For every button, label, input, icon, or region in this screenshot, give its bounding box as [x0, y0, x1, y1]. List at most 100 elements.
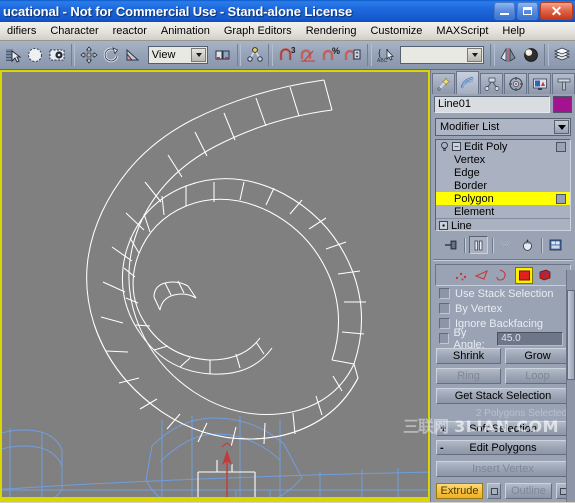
menu-character[interactable]: Character	[43, 23, 105, 39]
restore-button[interactable]	[517, 2, 538, 20]
checkbox-box-by-angle[interactable]	[439, 333, 449, 344]
menu-rendering[interactable]: Rendering	[299, 23, 364, 39]
sub-object-level-bar	[435, 264, 571, 286]
stack-item-vertex[interactable]: Vertex	[436, 153, 570, 166]
sub-object-element-icon[interactable]	[536, 267, 554, 284]
tab-hierarchy[interactable]	[480, 73, 503, 94]
toolbar-separator-4	[366, 44, 372, 66]
remove-modifier-icon[interactable]	[518, 236, 537, 254]
menu-graph-editors[interactable]: Graph Editors	[217, 23, 299, 39]
shrink-button[interactable]: Shrink	[436, 348, 501, 364]
material-editor-icon[interactable]	[520, 43, 541, 68]
lightbulb-icon[interactable]	[439, 141, 450, 152]
select-region-circle-icon[interactable]	[24, 43, 45, 68]
object-color-swatch[interactable]	[553, 96, 572, 113]
named-selection-sets-icon[interactable]: { } ABC	[375, 43, 396, 68]
ring-button[interactable]: Ring	[436, 368, 501, 384]
stack-expand-toggle[interactable]: −	[452, 142, 461, 151]
named-selection-sets-combo[interactable]	[399, 46, 485, 64]
select-and-move-icon[interactable]	[78, 43, 99, 68]
checkbox-by-angle[interactable]: By Angle: 45.0	[431, 327, 575, 351]
select-and-rotate-icon[interactable]	[100, 43, 121, 68]
stack-item-polygon[interactable]: Polygon	[436, 192, 570, 205]
pin-stack-icon[interactable]	[441, 236, 460, 254]
window-title: ucational - Not for Commercial Use - Sta…	[3, 3, 353, 19]
select-by-name-icon[interactable]	[46, 43, 67, 68]
command-panel-scrollbar[interactable]	[566, 270, 575, 502]
viewport-wireframe	[2, 79, 428, 500]
checkbox-box-by-vertex[interactable]	[439, 303, 450, 314]
stack-item-edit-poly[interactable]: − Edit Poly	[436, 140, 570, 153]
viewport-canvas[interactable]	[2, 72, 428, 500]
main-toolbar: View 3 % {} ABC	[0, 41, 575, 70]
modifier-list-dropdown[interactable]: Modifier List	[435, 118, 571, 136]
close-button[interactable]: ✕	[540, 2, 573, 20]
by-angle-input[interactable]: 45.0	[497, 331, 564, 346]
menu-modifiers[interactable]: difiers	[0, 23, 43, 39]
stack-base-toggle[interactable]: ▪	[439, 221, 448, 230]
stack-tool-divider-2	[492, 237, 493, 253]
menu-animation[interactable]: Animation	[154, 23, 217, 39]
sub-object-vertex-icon[interactable]	[452, 267, 470, 284]
scrollbar-thumb[interactable]	[567, 290, 575, 380]
checkbox-use-stack-selection[interactable]: Use Stack Selection	[431, 286, 575, 301]
sub-object-edge-icon[interactable]	[473, 267, 491, 284]
object-name-row: Line01	[431, 94, 575, 115]
chevron-down-icon-modifier[interactable]	[554, 120, 569, 134]
select-and-link-icon[interactable]	[244, 43, 265, 68]
mirror-icon[interactable]	[498, 43, 519, 68]
select-and-scale-icon[interactable]	[123, 43, 144, 68]
select-object-icon[interactable]	[2, 43, 23, 68]
get-stack-selection-button[interactable]: Get Stack Selection	[436, 388, 570, 404]
3dsmax-window: ucational - Not for Commercial Use - Sta…	[0, 0, 575, 503]
chevron-down-icon[interactable]	[191, 48, 207, 62]
stack-item-element[interactable]: Element	[436, 205, 570, 218]
spinner-snap-icon[interactable]	[343, 43, 364, 68]
menu-reactor[interactable]: reactor	[106, 23, 154, 39]
sub-object-polygon-icon[interactable]	[515, 266, 533, 284]
extrude-settings-button[interactable]	[487, 483, 501, 499]
tab-create[interactable]	[432, 73, 455, 94]
menu-customize[interactable]: Customize	[363, 23, 429, 39]
render-scene-icon[interactable]	[552, 43, 573, 68]
object-name-field[interactable]: Line01	[434, 96, 550, 113]
rollout-soft-selection[interactable]: + Soft Selection	[436, 421, 570, 436]
show-end-result-icon[interactable]	[469, 236, 488, 254]
grow-button[interactable]: Grow	[505, 348, 570, 364]
stack-item-border[interactable]: Border	[436, 179, 570, 192]
use-center-icon[interactable]	[212, 43, 233, 68]
stack-show-end-result-box[interactable]	[556, 141, 566, 152]
rollout-edit-polygons[interactable]: - Edit Polygons	[436, 440, 570, 455]
angle-snap-icon[interactable]	[298, 43, 319, 68]
checkbox-by-vertex[interactable]: By Vertex	[431, 301, 575, 316]
tab-modify[interactable]	[456, 71, 479, 94]
minimize-button[interactable]	[494, 2, 515, 20]
extrude-button[interactable]: Extrude	[436, 483, 483, 499]
stack-label-edge: Edge	[454, 166, 480, 179]
get-stack-selection-row: Get Stack Selection	[431, 386, 575, 406]
tab-motion[interactable]	[504, 73, 527, 94]
loop-button[interactable]: Loop	[505, 368, 570, 384]
checkbox-box-ignore-backfacing[interactable]	[439, 318, 450, 329]
modifier-stack[interactable]: − Edit Poly Vertex Edge Border Polygon E…	[435, 139, 571, 231]
tab-utilities[interactable]	[552, 73, 575, 94]
insert-vertex-button[interactable]: Insert Vertex	[436, 461, 570, 477]
chevron-down-icon-2[interactable]	[467, 48, 483, 62]
menu-help[interactable]: Help	[495, 23, 532, 39]
percent-snap-icon[interactable]: %	[320, 43, 341, 68]
checkbox-box-use-stack-selection[interactable]	[439, 288, 450, 299]
menu-maxscript[interactable]: MAXScript	[429, 23, 495, 39]
svg-text:%: %	[332, 46, 340, 56]
outline-button[interactable]: Outline	[505, 483, 552, 499]
sub-object-border-icon[interactable]	[494, 267, 512, 284]
make-unique-icon[interactable]	[497, 236, 516, 254]
stack-item-edge[interactable]: Edge	[436, 166, 570, 179]
stack-polygon-box[interactable]	[556, 193, 566, 204]
reference-coordinate-system-combo[interactable]: View	[147, 46, 209, 64]
stack-item-line[interactable]: ▪ Line	[436, 218, 570, 230]
minimize-icon	[500, 13, 509, 15]
snaps-toggle-icon[interactable]: 3	[276, 43, 297, 68]
configure-modifier-sets-icon[interactable]	[546, 236, 565, 254]
tab-display[interactable]	[528, 73, 551, 94]
viewport-perspective[interactable]	[0, 70, 434, 502]
